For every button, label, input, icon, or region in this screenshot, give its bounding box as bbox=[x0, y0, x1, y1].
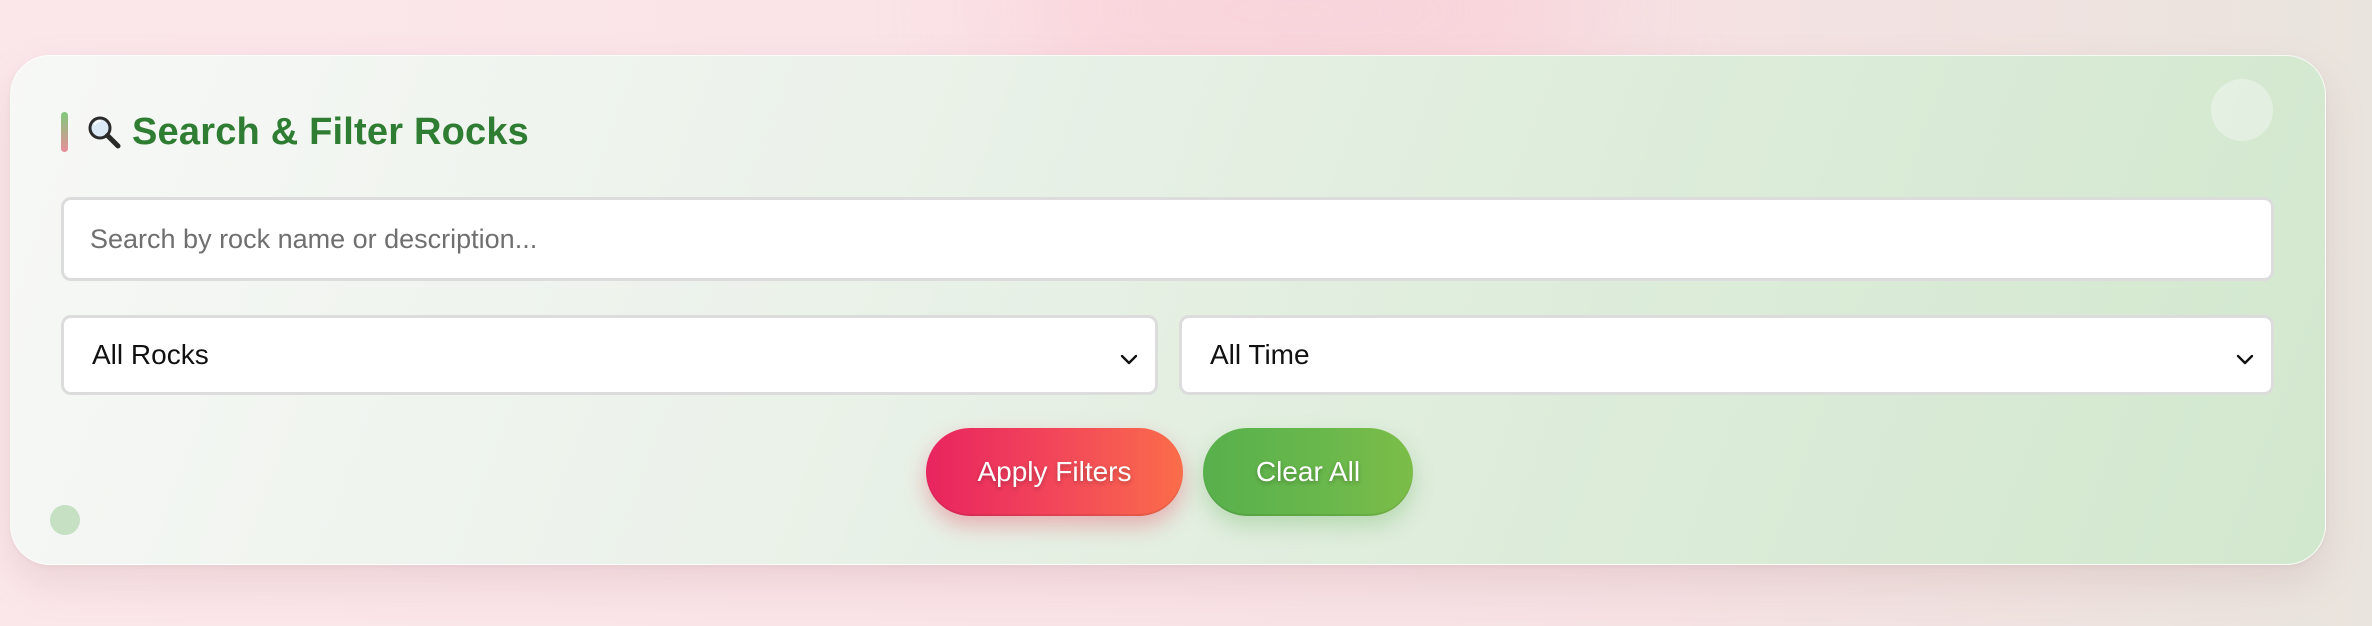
magnifying-glass-icon bbox=[86, 114, 122, 150]
time-range-selected: All Time bbox=[1210, 339, 1310, 370]
decorative-circle bbox=[2211, 79, 2273, 141]
rock-type-selected: All Rocks bbox=[92, 339, 209, 370]
apply-filters-button[interactable]: Apply Filters bbox=[926, 428, 1183, 516]
search-input[interactable] bbox=[61, 197, 2274, 281]
clear-all-button[interactable]: Clear All bbox=[1203, 428, 1413, 516]
chevron-down-icon bbox=[2235, 345, 2255, 365]
chevron-down-icon bbox=[1119, 345, 1139, 365]
title-accent-bar bbox=[61, 112, 68, 152]
clear-all-label: Clear All bbox=[1255, 456, 1361, 487]
panel-title: Search & Filter Rocks bbox=[132, 110, 530, 153]
time-range-select[interactable]: All Time bbox=[1179, 315, 2274, 395]
decorative-dot bbox=[50, 505, 80, 535]
search-filter-panel: Search & Filter Rocks All Rocks All Time… bbox=[10, 55, 2326, 565]
apply-filters-label: Apply Filters bbox=[977, 456, 1132, 487]
rock-type-select[interactable]: All Rocks bbox=[61, 315, 1158, 395]
panel-header: Search & Filter Rocks bbox=[61, 110, 529, 154]
